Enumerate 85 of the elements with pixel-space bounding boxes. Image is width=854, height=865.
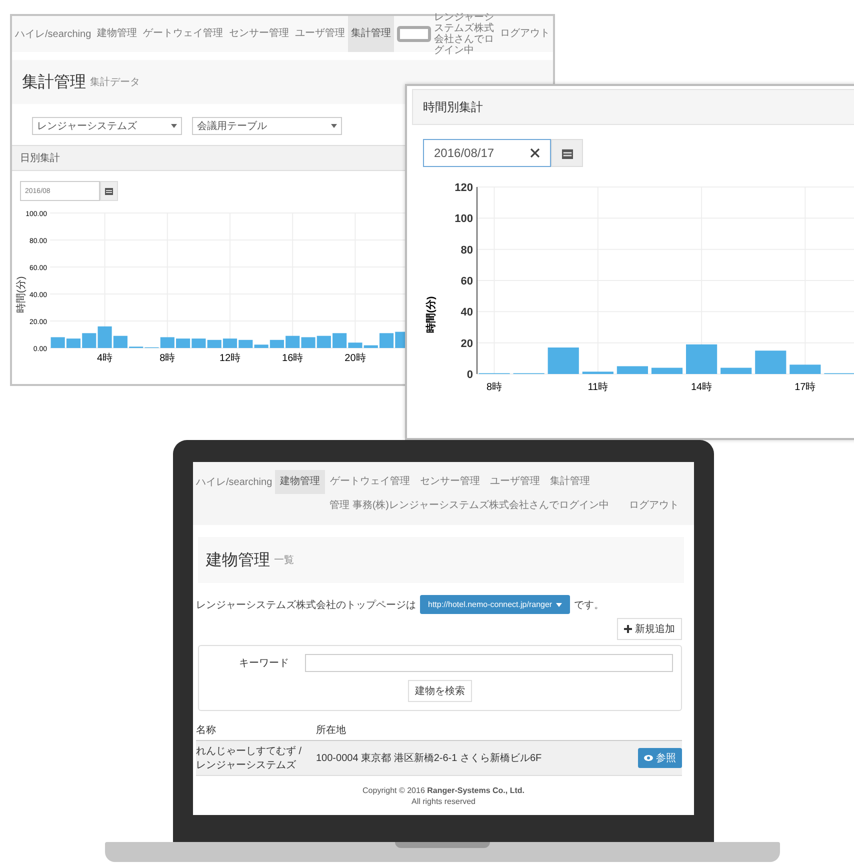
caret-icon [171,124,177,128]
axis-tick-label: 20 [460,338,473,350]
date-field[interactable]: 2016/08/17 [423,139,551,167]
axis-tick-label: 11時 [588,382,608,393]
nav-item[interactable]: 建物管理 [94,16,140,52]
axis-tick-label: 40 [460,306,473,319]
url-dropdown-button[interactable]: http://hotel.nemo-connect.jp/ranger [420,595,570,614]
bar [720,368,752,374]
login-status: 管理 事務(株)レンジャーシステムズ株式会社さんでログイン中 [328,498,610,513]
page-subtitle: 一覧 [274,554,294,567]
caret-icon [556,602,562,606]
table-cell-text: レンジャーシステムズ [196,759,297,772]
bar [316,336,331,348]
nav-item[interactable]: センサー管理 [415,470,486,494]
page-title: 集計管理 [22,72,86,92]
bar [222,338,238,348]
copyright-text: Copyright © 2016 Ranger-Systems Co., Ltd. [362,786,524,795]
axis-tick-label: 120 [454,182,473,194]
search-button[interactable]: 建物を検索 [408,680,472,702]
nav-item[interactable]: センサー管理 [226,16,292,52]
add-button[interactable]: 新規追加 [617,618,682,640]
clear-icon[interactable] [530,148,540,158]
nav-item[interactable]: 建物管理 [275,470,326,494]
brand-link[interactable]: ハイレ/searching [193,475,276,489]
dropdown[interactable]: 会議用テーブル [192,117,342,135]
bar [301,337,316,348]
intro-text: です。 [574,598,604,612]
calendar-icon [105,187,113,195]
page-subtitle: 集計データ [90,76,140,89]
login-status: レンジャーシステムズ株式会社さんでログイン中 [434,12,496,56]
brand-link[interactable]: ハイレ/searching [12,27,94,41]
bar [176,338,190,348]
view-button[interactable]: 参照 [638,748,682,768]
calendar-button[interactable] [551,139,583,167]
nav-item[interactable]: 集計管理 [545,470,596,494]
bar [548,348,579,374]
bar [686,344,718,374]
axis-title: 時間(分) [426,296,437,333]
panel-title: 時間別集計 [423,98,483,116]
column-header: 所在地 [316,724,347,737]
dropdown[interactable]: レンジャーシステムズ [32,117,182,135]
axis-title: 時間(分) [16,276,27,313]
axis-tick-label: 17時 [794,382,816,393]
calendar-button[interactable] [100,181,118,201]
table-cell-text: 100-0004 東京都 港区新橋2-6-1 さくら新橋ビル6F [316,752,543,765]
axis-tick-label: 4時 [97,353,113,364]
eye-icon [644,755,653,761]
nav-item[interactable]: ゲートウェイ管理 [325,470,416,494]
logout-link[interactable]: ログアウト [497,16,553,52]
axis-tick-label: 80 [460,244,473,256]
keyword-field[interactable] [305,654,673,672]
bar [286,336,300,348]
axis-tick-label: 16時 [282,353,304,364]
axis-tick-label: 8時 [160,353,176,364]
axis-tick-label: 100 [454,213,473,226]
axis-tick-label: 8時 [486,382,502,393]
bar [790,364,821,374]
caret-icon [331,124,337,128]
bar [651,368,683,374]
column-header: 名称 [196,724,217,737]
axis-tick-label: 14時 [690,382,712,393]
axis-tick-label: 20時 [344,353,366,364]
keyword-label: キーワード [238,657,290,670]
table-cell-text: れんじゃーしすてむず / [196,744,303,758]
panel-title: 日別集計 [20,152,60,165]
plus-icon [624,625,632,633]
blank-box [397,26,432,42]
nav-item[interactable]: 集計管理 [348,16,394,52]
axis-tick-label: 0 [466,369,473,381]
nav-item[interactable]: ゲートウェイ管理 [140,16,226,52]
bar [50,337,65,348]
axis-tick-label: 12時 [219,353,241,364]
calendar-icon [562,148,572,158]
bar [755,350,786,374]
bar [192,338,206,348]
nav-item[interactable]: ユーザ管理 [485,470,546,494]
page-title: 建物管理 [206,550,270,570]
nav-item[interactable]: ユーザ管理 [292,16,348,52]
logout-link[interactable]: ログアウト [624,494,684,518]
intro-text: レンジャーシステムズ株式会社のトップページは [196,598,416,612]
axis-tick-label: 60 [460,276,473,288]
copyright-text: All rights reserved [411,797,476,806]
bar [582,372,614,374]
bar [616,366,648,374]
bar [207,340,222,348]
